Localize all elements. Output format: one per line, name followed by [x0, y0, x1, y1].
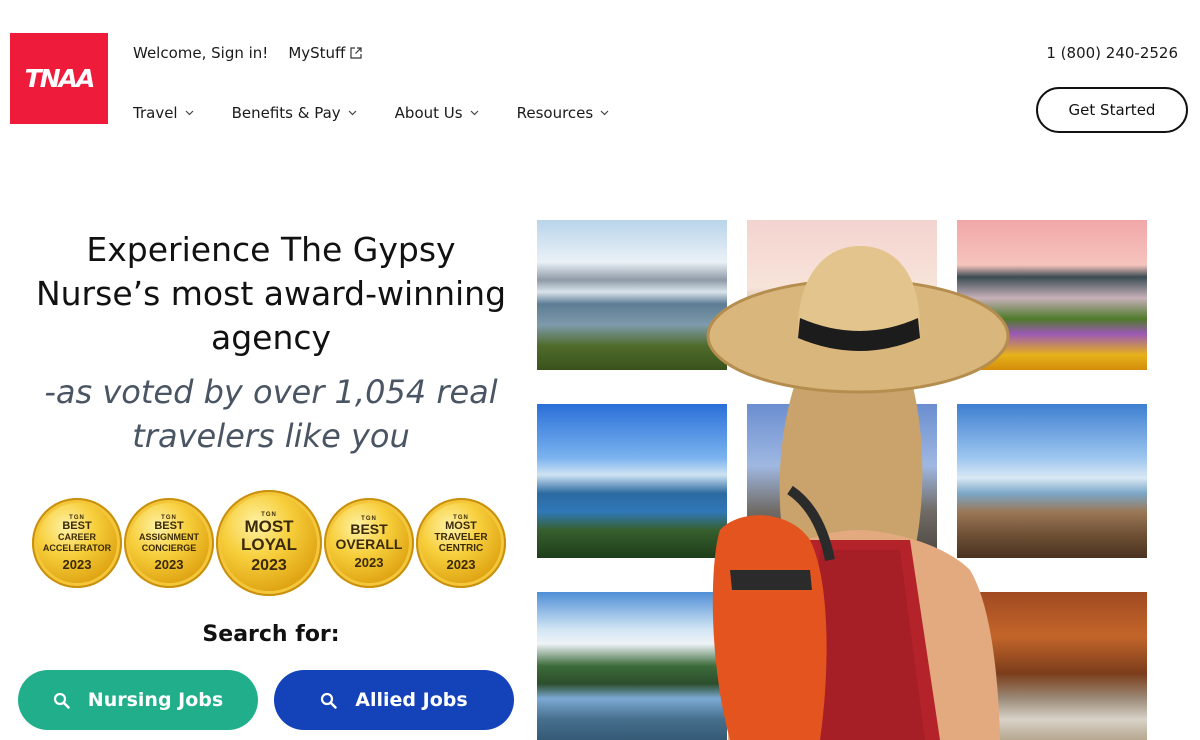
- badge-line1: BEST: [154, 519, 184, 532]
- award-badge-career-accelerator: TGN BEST CAREER ACCELERATOR 2023: [32, 498, 122, 588]
- mystuff-link[interactable]: MyStuff: [288, 44, 363, 62]
- award-badge-most-loyal: TGN MOST LOYAL 2023: [216, 490, 322, 596]
- badge-line2: TRAVELER CENTRIC: [434, 531, 488, 554]
- chevron-down-icon: [348, 110, 357, 116]
- badge-year: 2023: [446, 556, 476, 572]
- nursing-jobs-label: Nursing Jobs: [87, 689, 224, 711]
- badge-line1: BEST: [62, 519, 92, 532]
- photo-alaska-glacier: [537, 220, 727, 370]
- badge-line2: ASSIGNMENT CONCIERGE: [138, 531, 199, 553]
- badge-line2: LOYAL: [240, 534, 298, 554]
- badge-year: 2023: [354, 555, 384, 570]
- search-icon: [321, 692, 337, 709]
- badge-year: 2023: [154, 556, 184, 572]
- photo-palm-coast: [537, 404, 727, 558]
- main-nav: Travel Benefits & Pay About Us Resources: [133, 104, 647, 122]
- mystuff-label: MyStuff: [288, 44, 346, 62]
- nav-item-about-us[interactable]: About Us: [395, 104, 479, 122]
- nav-item-travel[interactable]: Travel: [133, 104, 194, 122]
- hero-subline: -as voted by over 1,054 real travelers l…: [44, 373, 498, 455]
- nav-item-label: Travel: [133, 104, 178, 122]
- chevron-down-icon: [185, 110, 194, 116]
- photo-lake-flowers: [957, 220, 1147, 370]
- photo-autumn-path: [957, 592, 1147, 740]
- award-badge-traveler-centric: TGN MOST TRAVELER CENTRIC 2023: [416, 498, 506, 588]
- badge-line1: MOST: [445, 519, 477, 532]
- get-started-button[interactable]: Get Started: [1036, 87, 1188, 133]
- photo-lighthouse: [957, 404, 1147, 558]
- badge-year: 2023: [62, 556, 92, 572]
- phone-number[interactable]: 1 (800) 240-2526: [1046, 44, 1178, 62]
- nav-item-label: Benefits & Pay: [231, 104, 341, 122]
- external-link-icon: [350, 47, 363, 59]
- chevron-down-icon: [600, 110, 609, 116]
- badge-line2: CAREER ACCELERATOR: [42, 531, 112, 553]
- search-icon: [53, 692, 70, 709]
- sign-in-link[interactable]: Welcome, Sign in!: [133, 44, 268, 62]
- allied-jobs-label: Allied Jobs: [355, 689, 468, 711]
- badge-line1: BEST: [350, 521, 388, 537]
- nav-item-label: Resources: [516, 104, 594, 122]
- nav-item-benefits-pay[interactable]: Benefits & Pay: [232, 104, 357, 122]
- nav-item-label: About Us: [394, 104, 463, 122]
- award-badge-assignment-concierge: TGN BEST ASSIGNMENT CONCIERGE 2023: [124, 498, 214, 588]
- badge-line2: OVERALL: [335, 536, 403, 552]
- badge-year: 2023: [251, 556, 287, 574]
- tnaa-logo[interactable]: TNAA: [10, 33, 108, 124]
- utility-nav: Welcome, Sign in! MyStuff: [133, 44, 363, 62]
- allied-jobs-button[interactable]: Allied Jobs: [274, 670, 514, 730]
- award-badges: TGN BEST CAREER ACCELERATOR 2023 TGN BES…: [32, 490, 510, 596]
- chevron-down-icon: [470, 110, 479, 116]
- nursing-jobs-button[interactable]: Nursing Jobs: [18, 670, 258, 730]
- search-label: Search for:: [202, 622, 340, 647]
- nav-item-resources[interactable]: Resources: [517, 104, 610, 122]
- badge-line1: MOST: [244, 516, 294, 536]
- photo-city: [747, 404, 937, 558]
- hero-headline: Experience The Gypsy Nurse’s most award-…: [35, 230, 507, 357]
- photo-beach-chair: [747, 220, 937, 370]
- award-badge-best-overall: TGN BEST OVERALL 2023: [324, 498, 414, 588]
- photo-mountain-lake: [537, 592, 727, 740]
